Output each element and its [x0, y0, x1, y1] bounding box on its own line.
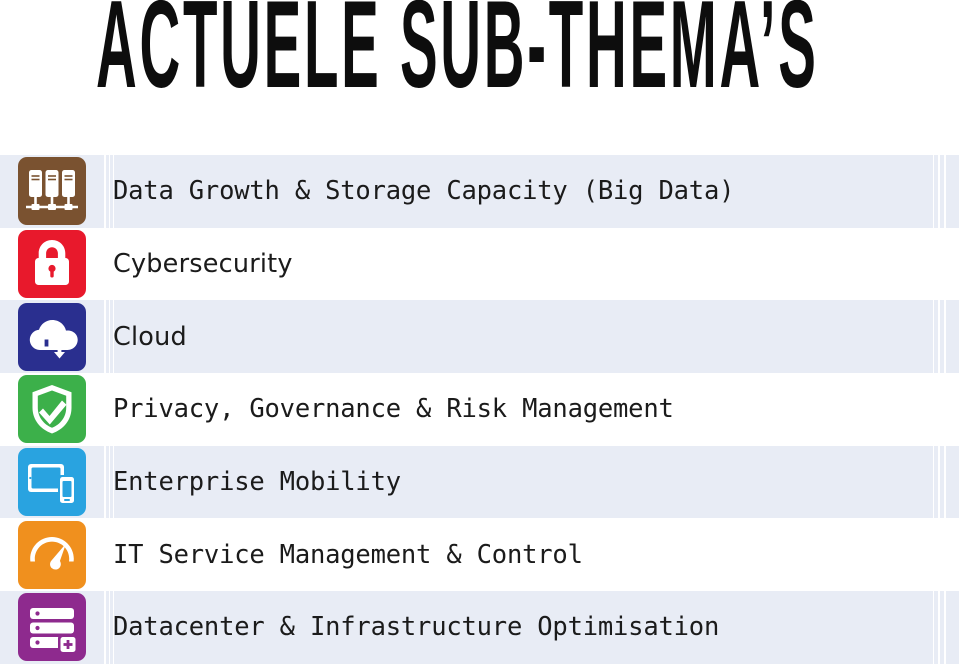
row-content: Datacenter & Infrastructure Optimisation	[0, 591, 959, 664]
table-row[interactable]: Cybersecurity	[0, 228, 959, 301]
row-icon-cell	[0, 520, 104, 589]
datacenter-add-icon	[18, 593, 86, 662]
row-label: Cybersecurity	[113, 249, 293, 280]
gauge-icon	[18, 520, 86, 589]
padlock-icon	[18, 230, 86, 299]
row-label: Datacenter & Infrastructure Optimisation	[113, 612, 720, 643]
table-row[interactable]: Data Growth & Storage Capacity (Big Data…	[0, 155, 959, 228]
table-row[interactable]: Enterprise Mobility	[0, 445, 959, 519]
row-icon-cell	[0, 448, 104, 517]
row-label: Enterprise Mobility	[113, 467, 401, 498]
row-icon-cell	[0, 157, 104, 226]
row-content: Privacy, Governance & Risk Management	[0, 373, 959, 446]
row-icon-cell	[0, 230, 104, 299]
page-title-text: ACTUELE SUB-THEMA’S	[96, 0, 819, 115]
row-icon-cell	[0, 302, 104, 371]
row-content: IT Service Management & Control	[0, 518, 959, 591]
cloud-upload-download-icon	[18, 302, 86, 371]
tablet-phone-icon	[18, 448, 86, 517]
row-icon-cell	[0, 375, 104, 444]
row-label: Privacy, Governance & Risk Management	[113, 394, 674, 425]
page-title: ACTUELE SUB-THEMA’S	[96, 0, 916, 115]
row-content: Cloud	[0, 300, 959, 373]
row-icon-cell	[0, 593, 104, 662]
table-row[interactable]: Privacy, Governance & Risk Management	[0, 373, 959, 446]
row-label: IT Service Management & Control	[113, 539, 583, 570]
row-content: Data Growth & Storage Capacity (Big Data…	[0, 155, 959, 228]
row-content: Cybersecurity	[0, 228, 959, 301]
row-label: Cloud	[113, 321, 187, 352]
table-row[interactable]: Datacenter & Infrastructure Optimisation	[0, 591, 959, 664]
shield-check-icon	[18, 375, 86, 444]
table-row[interactable]: IT Service Management & Control	[0, 518, 959, 591]
table-row[interactable]: Cloud	[0, 300, 959, 374]
servers-icon	[18, 157, 86, 226]
row-label: Data Growth & Storage Capacity (Big Data…	[113, 176, 735, 207]
row-content: Enterprise Mobility	[0, 446, 959, 519]
sub-themes-table: Data Growth & Storage Capacity (Big Data…	[0, 155, 959, 664]
